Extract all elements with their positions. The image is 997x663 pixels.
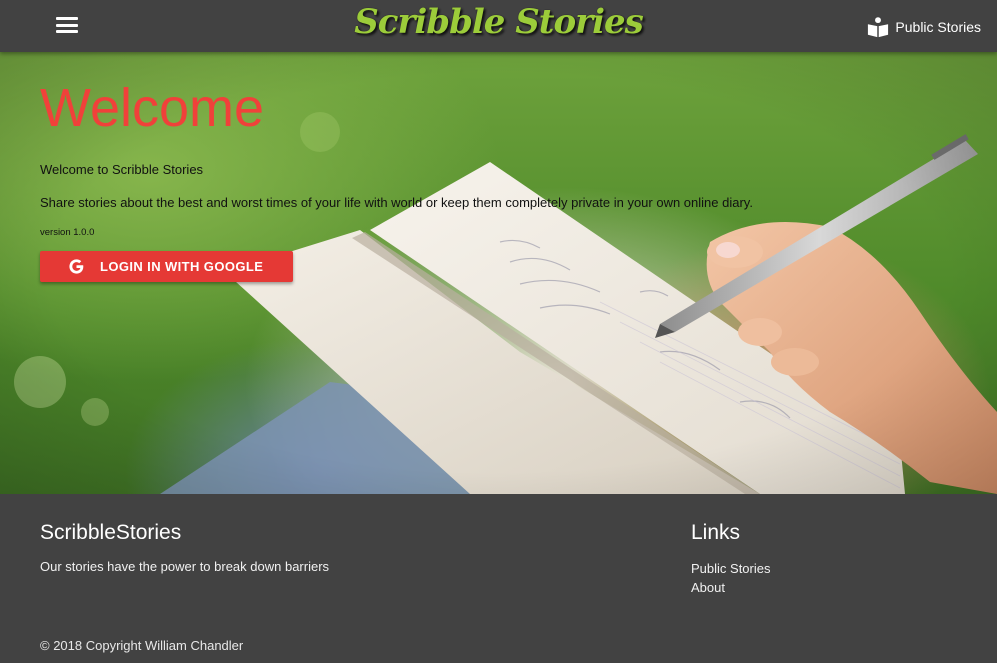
footer-link-public-stories[interactable]: Public Stories	[691, 559, 770, 578]
copyright-text: © 2018 Copyright William Chandler	[40, 638, 244, 653]
hamburger-menu-icon[interactable]	[55, 14, 79, 36]
login-button-label: LOGIN IN WITH GOOGLE	[100, 259, 264, 274]
login-with-google-button[interactable]: LOGIN IN WITH GOOGLE	[40, 251, 293, 282]
footer-links-title: Links	[691, 521, 741, 544]
google-icon	[68, 258, 85, 275]
version-label: version 1.0.0	[40, 227, 95, 238]
footer-about-title: ScribbleStories	[40, 521, 182, 544]
book-reader-icon	[868, 17, 889, 38]
brand-logo[interactable]: Scribble Stories	[0, 0, 997, 52]
welcome-description: Share stories about the best and worst t…	[40, 195, 753, 210]
welcome-subtitle: Welcome to Scribble Stories	[40, 162, 204, 177]
page-title: Welcome	[40, 78, 265, 138]
footer-link-about[interactable]: About	[691, 578, 770, 597]
nav-link-label: Public Stories	[895, 19, 981, 35]
hero-section: Welcome Welcome to Scribble Stories Shar…	[0, 52, 997, 494]
page-footer: ScribbleStories Our stories have the pow…	[0, 494, 997, 663]
nav-link-public-stories[interactable]: Public Stories	[867, 14, 981, 40]
hero-content: Welcome Welcome to Scribble Stories Shar…	[40, 80, 860, 282]
top-navbar: Scribble Stories Public Stories	[0, 0, 997, 52]
footer-links-list: Public Stories About	[691, 559, 770, 597]
footer-about-text: Our stories have the power to break down…	[40, 559, 330, 574]
